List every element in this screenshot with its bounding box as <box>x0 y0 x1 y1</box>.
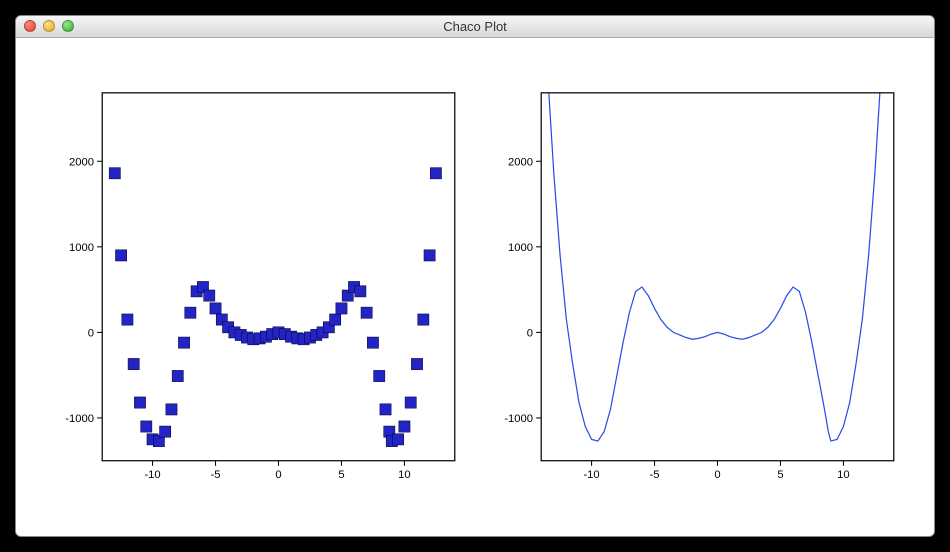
svg-text:-5: -5 <box>650 469 660 481</box>
svg-text:-5: -5 <box>211 469 221 481</box>
close-icon[interactable] <box>24 20 36 32</box>
svg-text:5: 5 <box>777 469 783 481</box>
svg-text:-10: -10 <box>144 469 160 481</box>
app-window: Chaco Plot -10-50510-1000010002000 -10-5… <box>15 15 935 537</box>
svg-text:0: 0 <box>527 327 533 339</box>
svg-text:0: 0 <box>88 327 94 339</box>
svg-text:-10: -10 <box>583 469 599 481</box>
svg-text:2000: 2000 <box>69 156 94 168</box>
minimize-icon[interactable] <box>43 20 55 32</box>
svg-text:2000: 2000 <box>508 156 533 168</box>
window-controls <box>24 20 74 32</box>
svg-text:-1000: -1000 <box>504 413 533 425</box>
left-plot[interactable]: -10 -5 0 5 10 -1000 0 1000 2000 <box>46 78 465 496</box>
svg-text:1000: 1000 <box>69 242 94 254</box>
svg-text:10: 10 <box>398 469 411 481</box>
zoom-icon[interactable] <box>62 20 74 32</box>
svg-text:10: 10 <box>837 469 850 481</box>
svg-text:1000: 1000 <box>508 242 533 254</box>
svg-text:5: 5 <box>338 469 344 481</box>
svg-text:-1000: -1000 <box>65 413 94 425</box>
titlebar[interactable]: Chaco Plot <box>16 16 934 38</box>
window-title: Chaco Plot <box>16 19 934 34</box>
svg-text:0: 0 <box>275 469 281 481</box>
right-plot[interactable]: -10 -5 0 5 10 -1000 0 1000 2000 <box>485 78 904 496</box>
plot-area: -10 -5 0 5 10 -1000 0 1000 2000 -10 -5 0 5 10 -1000 0 1… <box>16 38 934 536</box>
svg-text:0: 0 <box>714 469 720 481</box>
